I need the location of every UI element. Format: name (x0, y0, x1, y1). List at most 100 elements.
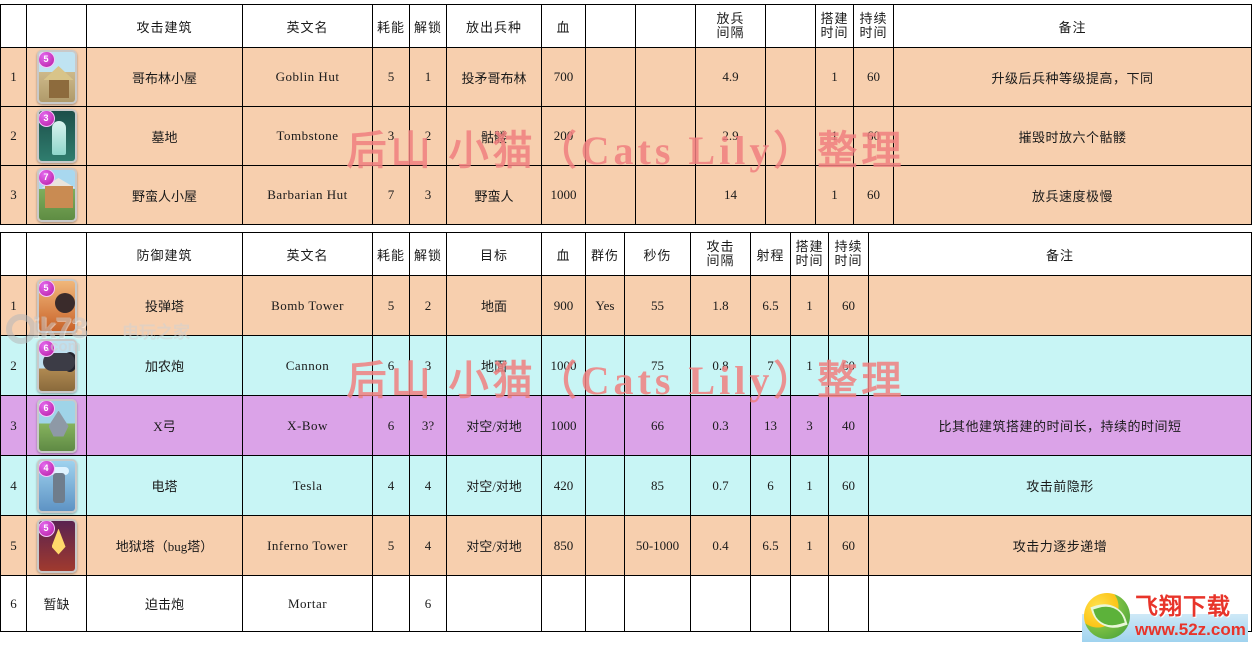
header-target: 目标 (446, 232, 542, 276)
header-spawn-interval: 放兵 间隔 (695, 4, 766, 48)
troop-value: 骷髅 (446, 106, 542, 166)
building-name: 电塔 (86, 455, 243, 516)
note-value: 放兵速度极慢 (893, 165, 1252, 225)
tombstone-card[interactable]: 3 (36, 109, 77, 163)
elixir-cost-badge: 4 (38, 460, 55, 477)
inferno-tower-card[interactable]: 5 (36, 518, 77, 573)
blank-cell-2 (635, 106, 696, 166)
attack-interval-value: 0.3 (690, 395, 751, 456)
duration-value: 60 (853, 165, 894, 225)
header-hp: 血 (541, 232, 586, 276)
splash-value: Yes (585, 275, 625, 336)
card-thumbnail-cell[interactable]: 3 (26, 106, 87, 166)
cost-value: 3 (372, 106, 410, 166)
target-value: 地面 (446, 335, 542, 396)
target-value: 地面 (446, 275, 542, 336)
card-thumbnail-cell[interactable]: 5 (26, 515, 87, 576)
header-note: 备注 (868, 232, 1252, 276)
card-thumbnail-cell[interactable]: 4 (26, 455, 87, 516)
dps-value: 75 (624, 335, 691, 396)
header-build-time: 搭建 时间 (815, 4, 854, 48)
building-name: 加农炮 (86, 335, 243, 396)
duration-value: 60 (828, 275, 869, 336)
cannon-card[interactable]: 6 (36, 338, 77, 393)
duration-value: 60 (828, 335, 869, 396)
header-image (26, 232, 87, 276)
splash-value (585, 395, 625, 456)
splash-value (585, 575, 625, 632)
range-value (750, 575, 791, 632)
attack-interval-value: 0.7 (690, 455, 751, 516)
row-index: 5 (0, 515, 27, 576)
header-index (0, 4, 27, 48)
unlock-value: 4 (409, 515, 447, 576)
header-attack-interval-line2: 间隔 (706, 253, 735, 268)
spawn-interval-value: 2.9 (695, 106, 766, 166)
attack-interval-value: 0.8 (690, 335, 751, 396)
duration-value: 60 (853, 106, 894, 166)
header-unlock: 解锁 (409, 4, 447, 48)
building-name: 野蛮人小屋 (86, 165, 243, 225)
dps-value: 85 (624, 455, 691, 516)
feixiang-download-logo: 飞翔下载 www.52z.com (1082, 590, 1248, 642)
logo-title: 飞翔下载 (1135, 592, 1231, 619)
dps-value: 50-1000 (624, 515, 691, 576)
building-name: 地狱塔（bug塔） (86, 515, 243, 576)
card-thumbnail-cell[interactable]: 5 (26, 47, 87, 107)
tesla-card[interactable]: 4 (36, 458, 77, 513)
range-value: 7 (750, 335, 791, 396)
card-thumbnail-cell[interactable]: 5 (26, 275, 87, 336)
bomb-tower-card[interactable]: 5 (36, 278, 77, 333)
duration-value: 60 (853, 47, 894, 107)
elixir-cost-badge: 7 (38, 170, 55, 186)
hp-value: 900 (541, 275, 586, 336)
hp-value: 420 (541, 455, 586, 516)
english-name: Inferno Tower (242, 515, 373, 576)
row-index: 2 (0, 335, 27, 396)
blank-cell-2 (635, 47, 696, 107)
header-troop: 放出兵种 (446, 4, 542, 48)
blank-cell-3 (765, 165, 816, 225)
header-duration: 持续 时间 (828, 232, 869, 276)
building-name: X弓 (86, 395, 243, 456)
attack-interval-value: 1.8 (690, 275, 751, 336)
card-thumbnail-cell[interactable]: 7 (26, 165, 87, 225)
target-value (446, 575, 542, 632)
unlock-value: 4 (409, 455, 447, 516)
dps-value: 55 (624, 275, 691, 336)
header-duration: 持续 时间 (853, 4, 894, 48)
row-index: 6 (0, 575, 27, 632)
hp-value (541, 575, 586, 632)
card-thumbnail-cell[interactable]: 6 (26, 335, 87, 396)
header-note: 备注 (893, 4, 1252, 48)
elixir-cost-badge: 3 (38, 111, 55, 127)
goblin-hut-card[interactable]: 5 (36, 50, 77, 104)
barbarian-hut-card[interactable]: 7 (36, 168, 77, 222)
cost-value: 5 (372, 515, 410, 576)
defense-buildings-table: 防御建筑 英文名 耗能 解锁 目标 血 群伤 秒伤 攻击 间隔 射程 搭建 时间… (0, 232, 1252, 632)
note-value: 升级后兵种等级提高，下同 (893, 47, 1252, 107)
english-name: Bomb Tower (242, 275, 373, 336)
x-bow-card[interactable]: 6 (36, 398, 77, 453)
header-duration-line2: 时间 (834, 253, 863, 268)
row-index: 1 (0, 47, 27, 107)
card-thumbnail-cell[interactable]: 6 (26, 395, 87, 456)
build-time-value: 1 (790, 275, 829, 336)
header-build-time-line2: 时间 (795, 253, 824, 268)
header-attack-interval-line1: 攻击 (706, 239, 735, 255)
header-image (26, 4, 87, 48)
build-time-value (790, 575, 829, 632)
unlock-value: 1 (409, 47, 447, 107)
spawn-interval-value: 4.9 (695, 47, 766, 107)
note-value: 比其他建筑搭建的时间长，持续的时间短 (868, 395, 1252, 456)
unlock-value: 2 (409, 106, 447, 166)
hp-value: 1000 (541, 395, 586, 456)
header-duration-line1: 持续 (834, 239, 863, 255)
spawn-interval-value: 14 (695, 165, 766, 225)
attack-buildings-table: 攻击建筑 英文名 耗能 解锁 放出兵种 血 放兵 间隔 搭建 时间 持续 时间 … (0, 4, 1252, 225)
attack-table-header-row: 攻击建筑 英文名 耗能 解锁 放出兵种 血 放兵 间隔 搭建 时间 持续 时间 … (0, 4, 1252, 48)
header-build-time-line1: 搭建 (795, 239, 824, 255)
elixir-cost-badge: 5 (38, 520, 55, 537)
elixir-cost-badge: 6 (38, 340, 55, 357)
header-blank-2 (635, 4, 696, 48)
